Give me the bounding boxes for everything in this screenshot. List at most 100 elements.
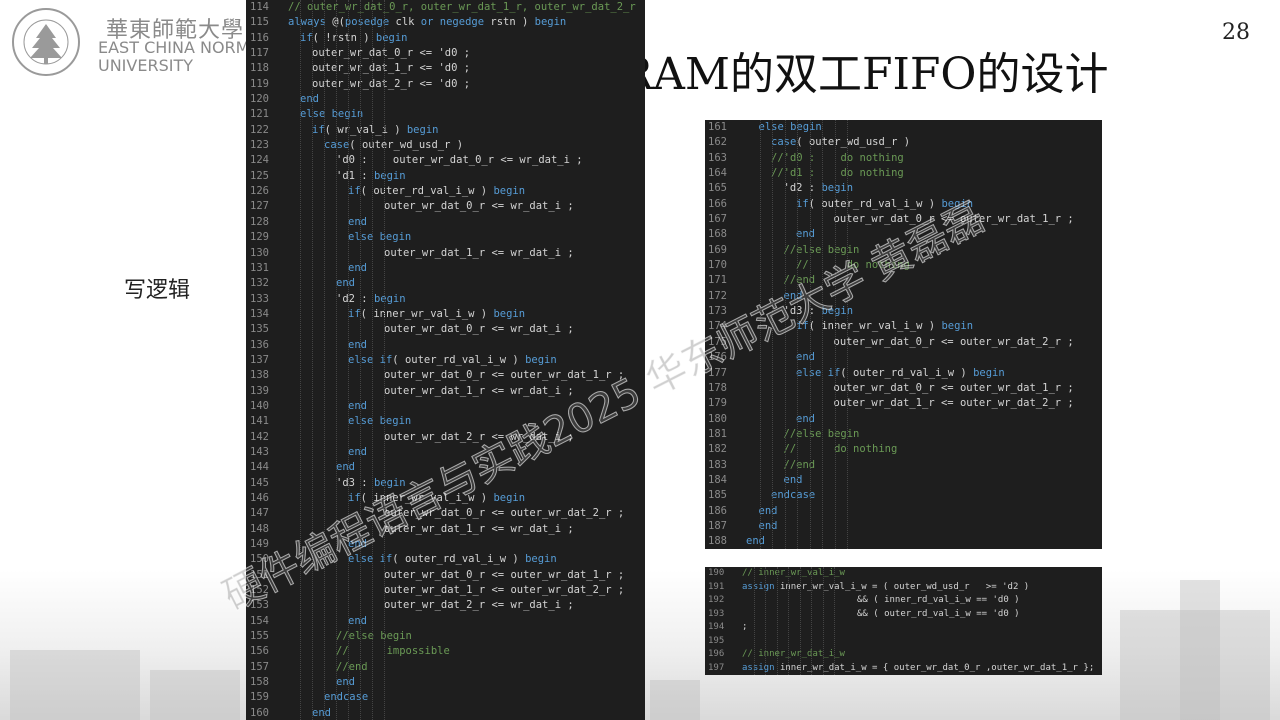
line-number: 127 <box>250 200 269 213</box>
line-number: 122 <box>250 123 269 136</box>
line-number: 160 <box>250 706 269 719</box>
line-number: 125 <box>250 169 269 182</box>
line-number: 178 <box>708 381 727 394</box>
line-number: 130 <box>250 246 269 259</box>
code-text: // outer_wr_dat_0_r, outer_wr_dat_1_r, o… <box>288 1 636 13</box>
indent-guide <box>759 120 761 549</box>
code-text: outer_wr_dat_0_r <= outer_wr_dat_1_r ; <box>833 381 1074 394</box>
university-logo: 華東師範大學 EAST CHINA NORMAL UNIVERSITY <box>10 6 269 76</box>
code-text: outer_wr_dat_1_r <= wr_dat_i ; <box>384 384 574 397</box>
code-line: 171 //end <box>705 273 1102 288</box>
code-text: 'd3 : begin <box>336 476 406 489</box>
line-number: 133 <box>250 292 269 305</box>
line-number: 150 <box>250 553 269 566</box>
code-text: // inner_wr_dat_i_w <box>742 649 845 659</box>
code-line: 178 outer_wr_dat_0_r <= outer_wr_dat_1_r … <box>705 381 1102 396</box>
code-line: 169 //else begin <box>705 243 1102 258</box>
code-line: 116 if( !rstn ) begin <box>246 31 645 46</box>
code-text: end <box>746 535 765 548</box>
university-seal-icon <box>12 8 80 76</box>
code-text: end <box>783 289 803 302</box>
code-line: 136 end <box>246 338 645 353</box>
code-line: 181 //else begin <box>705 427 1102 442</box>
line-number: 163 <box>708 151 727 164</box>
line-number: 123 <box>250 139 269 152</box>
line-number: 159 <box>250 691 269 704</box>
line-number: 146 <box>250 492 269 504</box>
code-text: ; <box>742 622 748 632</box>
line-number: 181 <box>708 427 727 440</box>
code-text: end <box>796 351 815 364</box>
section-label: 写逻辑 <box>124 278 191 303</box>
line-number: 158 <box>250 676 269 689</box>
line-number: 116 <box>250 31 269 44</box>
code-line: 120 end <box>246 92 645 107</box>
line-number: 173 <box>708 305 727 318</box>
line-number: 187 <box>708 519 727 532</box>
indent-guide <box>300 0 301 720</box>
logo-english-line2: UNIVERSITY <box>98 56 193 75</box>
line-number: 126 <box>250 185 269 198</box>
code-line: 142 outer_wr_dat_2_r <= wr_dat_i ; <box>246 430 645 445</box>
line-number: 142 <box>250 430 269 443</box>
slide-title: RAM的双工FIFO的设计 <box>620 49 1109 100</box>
code-text: outer_wr_dat_2_r <= 'd0 ; <box>312 77 471 90</box>
line-number: 136 <box>250 338 269 351</box>
line-number: 153 <box>250 599 269 612</box>
code-text: outer_wr_dat_0_r <= 'd0 ; <box>312 47 471 60</box>
code-text: case( outer_wd_usd_r ) <box>771 136 911 149</box>
code-text: else if( outer_rd_val_i_w ) begin <box>348 353 557 366</box>
line-number: 139 <box>250 384 269 397</box>
line-number: 188 <box>708 535 727 548</box>
code-text: outer_wr_dat_0_r <= outer_wr_dat_1_r ; <box>833 213 1074 226</box>
code-line: 166 if( outer_rd_val_i_w ) begin <box>705 197 1102 212</box>
code-line: 122 if( wr_val_i ) begin <box>246 123 645 138</box>
line-number: 151 <box>250 568 269 581</box>
code-line: 115 always @(posedge clk or negedge rstn … <box>246 15 645 30</box>
code-line: 125 'd1 : begin <box>246 169 645 184</box>
code-line: 130 outer_wr_dat_1_r <= wr_dat_i ; <box>246 246 645 261</box>
code-line: 148 outer_wr_dat_1_r <= wr_dat_i ; <box>246 522 645 537</box>
code-text: // do nothing <box>796 259 910 272</box>
indent-guide <box>847 120 848 549</box>
line-number: 179 <box>708 397 727 410</box>
line-number: 119 <box>250 77 269 90</box>
line-number: 132 <box>250 277 269 290</box>
indent-guide <box>834 120 836 549</box>
code-text: //else begin <box>336 630 412 643</box>
indent-guide <box>312 0 313 720</box>
code-line: 158 end <box>246 675 645 690</box>
code-text: else begin <box>348 415 412 428</box>
line-number: 197 <box>708 662 725 673</box>
code-line: 174 if( inner_wr_val_i_w ) begin <box>705 319 1102 334</box>
code-line: 176 end <box>705 350 1102 365</box>
indent-guide <box>384 0 385 720</box>
code-line: 149 end <box>246 537 645 552</box>
line-number: 114 <box>250 1 269 13</box>
code-line: 152 outer_wr_dat_1_r <= outer_wr_dat_2_r … <box>246 583 645 598</box>
code-line: 128 end <box>246 215 645 230</box>
code-line: 184 end <box>705 473 1102 488</box>
code-line: 121 else begin <box>246 107 645 122</box>
line-number: 118 <box>250 62 269 75</box>
code-text: end <box>336 676 355 689</box>
indent-guide <box>797 120 798 549</box>
code-line: 151 outer_wr_dat_0_r <= outer_wr_dat_1_r … <box>246 568 645 583</box>
code-text: assign inner_wr_dat_i_w = { outer_wr_dat… <box>742 662 1095 673</box>
line-number: 192 <box>708 595 725 605</box>
code-line: 134 if( inner_wr_val_i_w ) begin <box>246 307 645 322</box>
line-number: 152 <box>250 584 269 597</box>
code-line: 155 //else begin <box>246 629 645 644</box>
code-line: 146 if( inner_wr_val_i_w ) begin <box>246 491 645 506</box>
code-text: 'd0 : outer_wr_dat_0_r <= wr_dat_i ; <box>336 154 583 167</box>
indent-guide <box>811 567 812 675</box>
line-number: 184 <box>708 473 727 486</box>
code-text: end <box>796 228 815 241</box>
indent-guide <box>336 0 337 720</box>
logo-english-line1: EAST CHINA NORMAL <box>98 38 270 57</box>
line-number: 182 <box>708 443 727 456</box>
code-line: 179 outer_wr_dat_1_r <= outer_wr_dat_2_r … <box>705 396 1102 411</box>
code-line: 177 else if( outer_rd_val_i_w ) begin <box>705 366 1102 381</box>
code-panel-right-top: 161 else begin 162 case( outer_wd_usd_r ) 16… <box>705 120 1102 549</box>
line-number: 134 <box>250 307 269 320</box>
